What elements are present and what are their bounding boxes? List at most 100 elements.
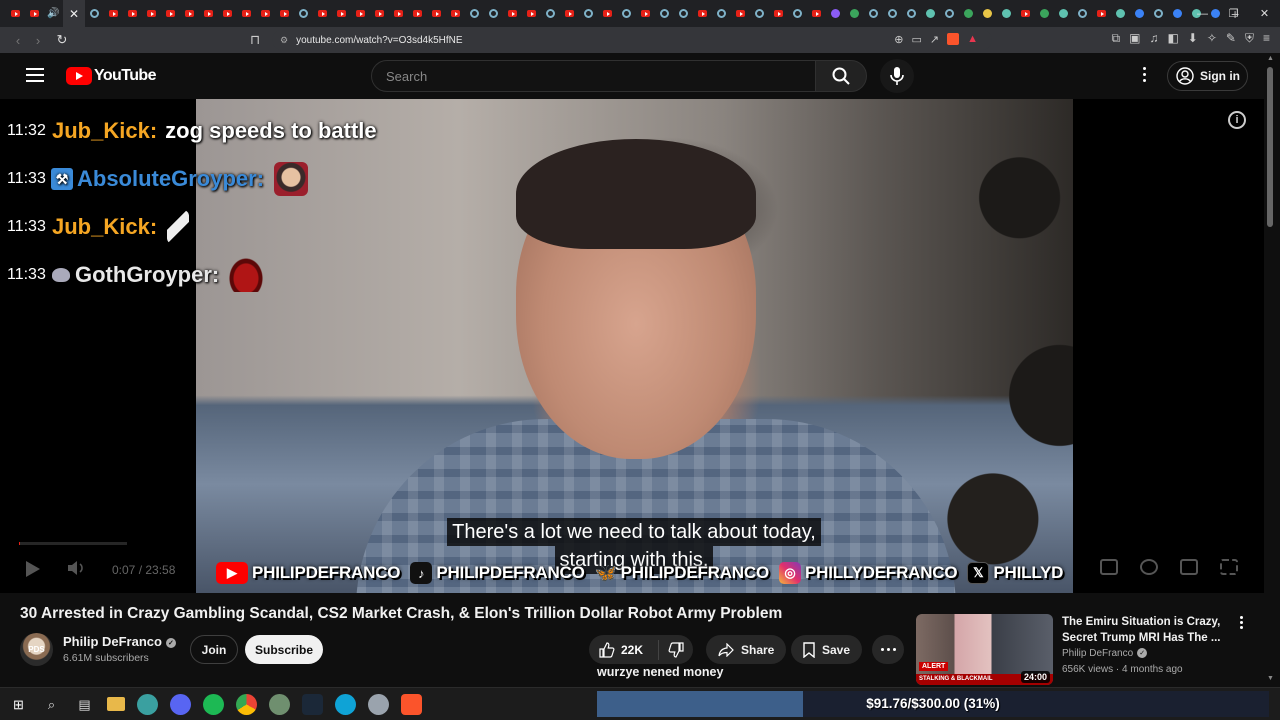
browser-tab[interactable] <box>1073 0 1092 27</box>
browser-tab[interactable] <box>85 0 104 27</box>
browser-tab[interactable] <box>731 0 750 27</box>
browser-tab[interactable] <box>617 0 636 27</box>
play-icon[interactable] <box>26 561 40 577</box>
browser-tab[interactable] <box>636 0 655 27</box>
browser-tab[interactable] <box>503 0 522 27</box>
browser-tab[interactable] <box>1111 0 1130 27</box>
minimize-button[interactable]: — <box>1187 0 1218 27</box>
save-button[interactable]: Save <box>791 635 863 664</box>
maximize-button[interactable]: ❐ <box>1218 0 1249 27</box>
browser-tab[interactable] <box>997 0 1016 27</box>
recommended-channel-name[interactable]: Philip DeFranco <box>1062 648 1133 659</box>
url-text[interactable]: youtube.com/watch?v=O3sd4k5HfNE <box>296 35 462 46</box>
browser-tab[interactable] <box>313 0 332 27</box>
taskbar-search-icon[interactable]: ⌕ <box>41 694 62 715</box>
browser-tab[interactable] <box>1054 0 1073 27</box>
browser-tab[interactable] <box>484 0 503 27</box>
dislike-button[interactable] <box>659 641 693 658</box>
browser-tab[interactable] <box>522 0 541 27</box>
browser-tab[interactable] <box>959 0 978 27</box>
browser-tab[interactable] <box>655 0 674 27</box>
spotify-icon[interactable] <box>203 694 224 715</box>
browser-tab[interactable] <box>845 0 864 27</box>
browser-tab[interactable] <box>693 0 712 27</box>
channel-name-text[interactable]: Philip DeFranco <box>63 634 162 649</box>
browser-tab[interactable] <box>294 0 313 27</box>
browser-tab[interactable] <box>1016 0 1035 27</box>
browser-tab[interactable]: ✕ <box>63 0 85 27</box>
scrollbar-thumb[interactable] <box>1267 67 1273 227</box>
wallet-icon[interactable]: ▣ <box>1129 31 1140 46</box>
captions-icon[interactable] <box>1100 559 1118 575</box>
guide-menu-icon[interactable] <box>26 68 44 86</box>
address-bar[interactable]: ⚙ youtube.com/watch?v=O3sd4k5HfNE ⊕ ▭ ↗ … <box>272 30 992 50</box>
channel-avatar[interactable]: PDS <box>20 633 53 666</box>
browser-tab[interactable] <box>826 0 845 27</box>
reload-button[interactable]: ↻ <box>52 32 72 48</box>
file-explorer-icon[interactable] <box>107 697 125 711</box>
browser-tab[interactable] <box>1092 0 1111 27</box>
search-input[interactable] <box>386 68 815 84</box>
browser-tab[interactable] <box>712 0 731 27</box>
browser-tab[interactable] <box>256 0 275 27</box>
app-icon[interactable] <box>368 694 389 715</box>
join-button[interactable]: Join <box>190 635 238 664</box>
brave-rewards-icon[interactable]: ▲ <box>967 33 978 46</box>
pen-icon[interactable]: ✎ <box>1226 31 1236 46</box>
recommended-title[interactable]: The Emiru Situation is Crazy, Secret Tru… <box>1062 614 1232 646</box>
browser-tab[interactable] <box>750 0 769 27</box>
browser-tab[interactable] <box>883 0 902 27</box>
browser-tab[interactable] <box>446 0 465 27</box>
close-window-button[interactable]: ✕ <box>1249 0 1280 27</box>
browser-tab[interactable] <box>560 0 579 27</box>
windows-start-icon[interactable]: ⊞ <box>8 694 29 715</box>
browser-tab[interactable] <box>465 0 484 27</box>
browser-tab[interactable] <box>370 0 389 27</box>
sidebar-icon[interactable]: ◧ <box>1167 31 1178 46</box>
zoom-icon[interactable]: ⊕ <box>894 33 903 46</box>
browser-tab[interactable] <box>142 0 161 27</box>
bookmark-icon[interactable]: ⊓ <box>250 32 260 48</box>
search-button[interactable] <box>815 60 867 92</box>
browser-tab[interactable] <box>389 0 408 27</box>
scroll-up-arrow-icon[interactable]: ▲ <box>1267 55 1274 62</box>
menu-icon[interactable]: ≡ <box>1263 31 1270 46</box>
steam-icon[interactable] <box>302 694 323 715</box>
browser-tab[interactable] <box>788 0 807 27</box>
browser-tab[interactable] <box>123 0 142 27</box>
browser-tab[interactable] <box>674 0 693 27</box>
settings-gear-icon[interactable] <box>1140 559 1158 575</box>
scroll-down-arrow-icon[interactable]: ▼ <box>1267 675 1274 682</box>
browser-tab[interactable] <box>104 0 123 27</box>
browser-tab[interactable] <box>807 0 826 27</box>
browser-tab[interactable] <box>1130 0 1149 27</box>
media-icon[interactable]: ♫ <box>1149 31 1158 46</box>
browser-tab[interactable] <box>25 0 44 27</box>
close-tab-icon[interactable]: ✕ <box>69 7 79 21</box>
info-icon[interactable]: i <box>1228 111 1246 129</box>
fullscreen-icon[interactable] <box>1220 559 1238 575</box>
recommended-channel[interactable]: Philip DeFranco ✓ <box>1062 648 1148 659</box>
volume-icon[interactable] <box>66 558 88 578</box>
browser-tab[interactable] <box>579 0 598 27</box>
voice-search-button[interactable] <box>880 59 914 93</box>
browser-tab[interactable] <box>161 0 180 27</box>
like-button[interactable]: 22K <box>589 639 659 660</box>
recommended-menu-icon[interactable] <box>1240 616 1244 631</box>
vpn-icon[interactable]: ⛨ <box>1245 31 1254 46</box>
browser-tab[interactable] <box>408 0 427 27</box>
browser-tab[interactable] <box>598 0 617 27</box>
discord-icon[interactable] <box>170 694 191 715</box>
browser-tab[interactable]: 🔊 <box>44 0 63 27</box>
sign-in-button[interactable]: Sign in <box>1167 61 1248 91</box>
browser-tab[interactable] <box>1168 0 1187 27</box>
share-button[interactable]: Share <box>706 635 787 664</box>
youtube-logo[interactable]: YouTube <box>66 67 156 85</box>
cast-icon[interactable]: ▭ <box>911 33 921 46</box>
browser-tab[interactable] <box>769 0 788 27</box>
progress-bar[interactable] <box>19 542 127 545</box>
browser-tab[interactable] <box>180 0 199 27</box>
browser-tab[interactable] <box>921 0 940 27</box>
browser-tab[interactable] <box>864 0 883 27</box>
subscribe-button[interactable]: Subscribe <box>245 635 323 664</box>
